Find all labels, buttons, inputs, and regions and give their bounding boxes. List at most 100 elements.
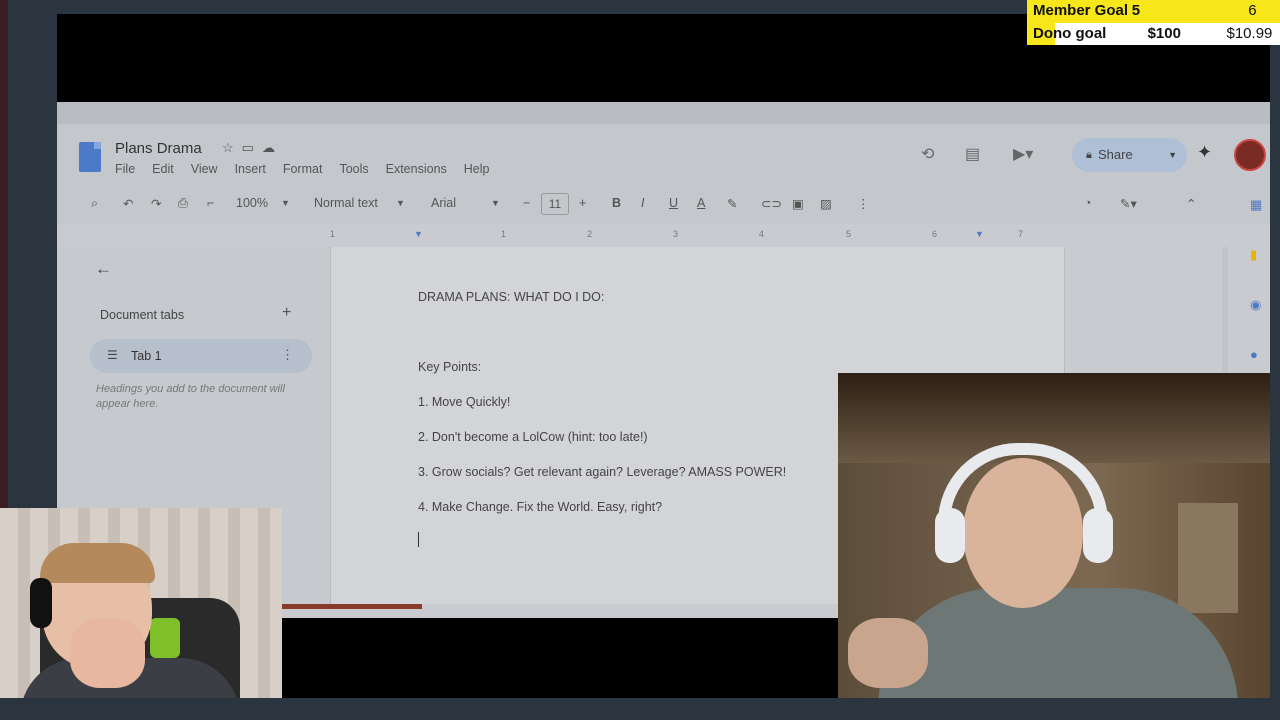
editing-mode-icon[interactable]: ✎▾ xyxy=(1120,196,1137,211)
doc-point: 1. Move Quickly! xyxy=(418,395,511,409)
headset-icon xyxy=(30,578,52,628)
underline-icon[interactable]: U xyxy=(669,196,678,210)
taskbar xyxy=(282,604,838,618)
menu-tools[interactable]: Tools xyxy=(339,162,368,176)
lock-icon: 🔒︎ xyxy=(1086,149,1092,161)
guest-hand xyxy=(848,618,928,688)
menu-view[interactable]: View xyxy=(191,162,218,176)
decrease-font-icon[interactable]: − xyxy=(523,196,530,210)
tab-item[interactable]: ☰ Tab 1 ⋮ xyxy=(90,339,312,373)
doc-point: 2. Don't become a LolCow (hint: too late… xyxy=(418,430,648,444)
tasks-icon[interactable]: ◉ xyxy=(1250,297,1261,313)
redo-icon[interactable]: ↷ xyxy=(151,196,161,211)
browser-bar xyxy=(57,102,1270,124)
italic-icon[interactable]: I xyxy=(641,196,644,210)
dono-goal-label: Dono goal xyxy=(1033,24,1107,42)
undo-icon[interactable]: ↶ xyxy=(123,196,133,211)
tab-document-icon: ☰ xyxy=(107,348,118,362)
move-folder-icon[interactable]: ▭ xyxy=(242,140,262,155)
text-color-icon[interactable]: A xyxy=(697,196,705,210)
right-indent-marker-icon[interactable]: ▼ xyxy=(975,229,984,239)
right-earcup xyxy=(1083,508,1113,563)
cloud-icon[interactable]: ☁ xyxy=(262,140,283,155)
chair-accent xyxy=(150,618,180,658)
ruler-tick: 2 xyxy=(587,229,593,239)
search-menus-icon[interactable]: ⌕ xyxy=(91,196,98,211)
doc-point: 4. Make Change. Fix the World. Easy, rig… xyxy=(418,500,663,514)
streamer-hair xyxy=(40,543,155,583)
add-comment-icon[interactable]: ▣ xyxy=(792,196,804,211)
highlight-icon[interactable]: ✎ xyxy=(727,196,737,211)
gemini-icon[interactable]: ✦ xyxy=(1197,142,1212,163)
menu-insert[interactable]: Insert xyxy=(235,162,266,176)
streamer-webcam xyxy=(0,508,282,720)
background-furniture xyxy=(1178,503,1238,613)
member-goal-current: 6 xyxy=(1248,2,1257,19)
paint-format-icon[interactable]: ⌐ xyxy=(207,196,214,210)
guest-webcam xyxy=(838,373,1270,698)
ruler-tick: 5 xyxy=(846,229,852,239)
goal-overlay: Member Goal 6 5 Dono goal $10.99 $100 xyxy=(1027,0,1280,45)
avatar[interactable] xyxy=(1234,139,1266,171)
share-button[interactable]: 🔒︎ Share ▼ xyxy=(1072,138,1187,172)
outline-hint: Headings you add to the document will ap… xyxy=(96,383,285,410)
add-tab-icon[interactable]: + xyxy=(282,304,291,322)
chevron-down-icon[interactable]: ▼ xyxy=(396,198,405,208)
doc-subheading: Key Points: xyxy=(418,360,482,374)
calendar-icon[interactable]: ▦ xyxy=(1250,197,1262,213)
indent-marker-icon[interactable]: ▼ xyxy=(414,229,423,239)
taskbar-strip xyxy=(282,604,422,609)
tab-more-icon[interactable]: ⋮ xyxy=(281,347,294,363)
style-select[interactable]: Normal text xyxy=(314,196,378,210)
activity-icon[interactable]: ◔ xyxy=(1084,196,1092,210)
insert-image-icon[interactable]: ▨ xyxy=(820,196,832,211)
font-select[interactable]: Arial xyxy=(431,196,456,210)
menu-format[interactable]: Format xyxy=(283,162,323,176)
ruler: 1 ▼ 1 2 3 4 5 6 ▼ 7 xyxy=(330,229,1065,243)
document-title[interactable]: Plans Drama xyxy=(115,140,202,157)
meet-icon[interactable]: ▶︎▾ xyxy=(1013,144,1033,164)
dono-goal-current: $10.99 xyxy=(1226,24,1273,42)
bold-icon[interactable]: B xyxy=(612,196,621,210)
ruler-tick: 3 xyxy=(673,229,679,239)
menu-file[interactable]: File xyxy=(115,162,135,176)
contacts-icon[interactable]: ● xyxy=(1250,347,1258,362)
menu-help[interactable]: Help xyxy=(464,162,490,176)
ruler-tick: 1 xyxy=(330,229,336,239)
formatting-toolbar: ⌕ ↶ ↷ ⎙ ⌐ 100% ▼ Normal text ▼ Arial ▼ −… xyxy=(57,184,1270,224)
chevron-down-icon[interactable]: ▼ xyxy=(1168,138,1177,172)
text-cursor xyxy=(418,532,419,547)
tab-name: Tab 1 xyxy=(131,349,162,363)
doc-heading: DRAMA PLANS: WHAT DO I DO: xyxy=(418,290,605,304)
title-icons: ☆▭☁ xyxy=(222,140,283,156)
back-arrow-icon[interactable]: ← xyxy=(95,259,112,279)
menu-edit[interactable]: Edit xyxy=(152,162,174,176)
menu-bar: File Edit View Insert Format Tools Exten… xyxy=(115,162,507,176)
doc-point: 3. Grow socials? Get relevant again? Lev… xyxy=(418,465,787,479)
keep-icon[interactable]: ▮ xyxy=(1250,247,1257,263)
chevron-down-icon[interactable]: ▼ xyxy=(281,198,290,208)
docs-logo-icon[interactable] xyxy=(79,142,101,172)
print-icon[interactable]: ⎙ xyxy=(178,196,188,211)
chevron-down-icon[interactable]: ▼ xyxy=(491,198,500,208)
comments-icon[interactable]: ▤ xyxy=(965,144,980,164)
member-goal-label: Member Goal xyxy=(1033,2,1129,19)
ruler-tick: 4 xyxy=(759,229,765,239)
ruler-tick: 7 xyxy=(1018,229,1024,239)
share-label: Share xyxy=(1098,147,1133,162)
left-earcup xyxy=(935,508,965,563)
history-icon[interactable]: ⟲ xyxy=(921,144,934,164)
link-icon[interactable]: ⊂⊃ xyxy=(761,196,782,211)
star-icon[interactable]: ☆ xyxy=(222,140,242,155)
collapse-menu-icon[interactable]: ⌃ xyxy=(1186,196,1196,211)
ruler-tick: 6 xyxy=(932,229,938,239)
member-goal-target: 5 xyxy=(1131,2,1141,19)
document-tabs-heading: Document tabs xyxy=(100,308,185,322)
increase-font-icon[interactable]: + xyxy=(579,196,586,210)
more-options-icon[interactable]: ⋮ xyxy=(857,196,870,211)
ruler-tick: 1 xyxy=(501,229,507,239)
menu-extensions[interactable]: Extensions xyxy=(386,162,447,176)
font-size-input[interactable]: 11 xyxy=(541,193,569,215)
docs-header: Plans Drama ☆▭☁ File Edit View Insert Fo… xyxy=(57,124,1270,184)
zoom-select[interactable]: 100% xyxy=(236,196,268,210)
